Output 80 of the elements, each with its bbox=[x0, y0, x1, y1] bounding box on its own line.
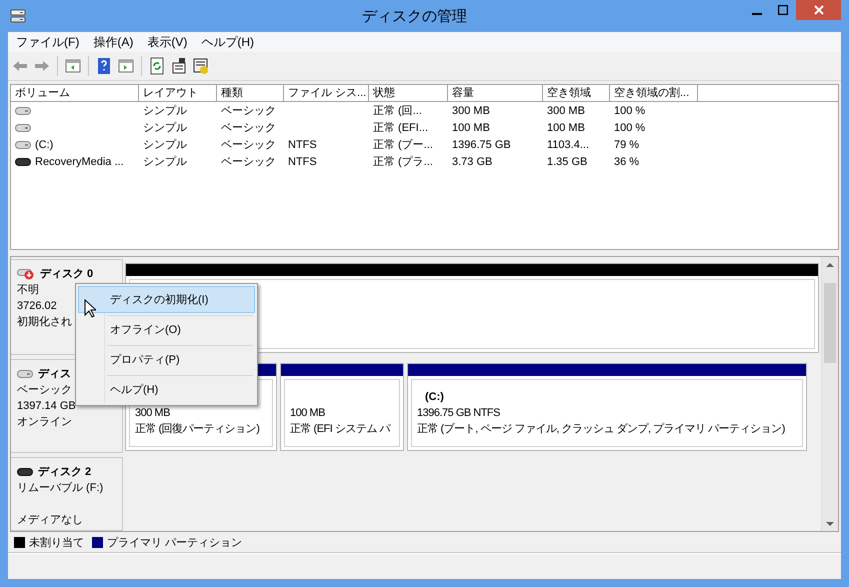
disk-size: 1397.14 GB bbox=[17, 399, 76, 414]
table-cell: 36 % bbox=[614, 156, 640, 168]
menu-item[interactable]: ディスクの初期化(I) bbox=[78, 286, 255, 313]
help-icon[interactable] bbox=[95, 57, 113, 75]
table-cell-text: シンプル bbox=[143, 154, 187, 169]
table-cell-text: 正常 (EFI... bbox=[373, 121, 428, 135]
table-cell: 1396.75 GB bbox=[452, 138, 511, 150]
table-cell: NTFS bbox=[288, 138, 317, 150]
minimize-icon bbox=[752, 12, 762, 14]
drive-icon bbox=[15, 140, 31, 148]
partition-text: 正常 (ブート, ページ ファイル, クラッシュ ダンプ, プライマリ パーティション) bbox=[417, 422, 785, 437]
removable-drive-icon bbox=[15, 158, 31, 166]
table-cell: 300 MB bbox=[547, 104, 585, 116]
table-cell-text: ベーシック bbox=[221, 155, 276, 169]
table-cell: 100 % bbox=[614, 104, 646, 116]
table-cell: 3.73 GB bbox=[452, 156, 492, 168]
partition[interactable]: (C:) 1396.75 GB NTFS 正常 (ブート, ページ ファイル, クラッシュ ダンプ, プライマリ パーティション) bbox=[407, 363, 807, 451]
table-cell-text: ベーシック bbox=[221, 138, 276, 152]
drive-icon bbox=[15, 106, 31, 114]
disk-size: 3726.02 bbox=[17, 299, 57, 314]
disk-info-panel[interactable]: ディスク 2 リムーバブル (F:) メディアなし bbox=[11, 457, 123, 531]
legend-label: 未割り当て bbox=[29, 536, 84, 550]
table-cell-text: ベーシック bbox=[221, 104, 276, 118]
partition-text: 正常 (EFI システム パ bbox=[290, 422, 390, 437]
table-cell: RecoveryMedia ... bbox=[35, 156, 124, 168]
table-cell: 100 % bbox=[614, 122, 646, 134]
properties-icon[interactable] bbox=[170, 57, 188, 75]
table-cell: 79 % bbox=[614, 138, 640, 150]
scroll-down-icon[interactable] bbox=[826, 522, 834, 526]
scrollbar[interactable] bbox=[821, 257, 838, 531]
table-cell-text: 正常 (回... bbox=[373, 104, 422, 118]
table-cell-text: シンプル bbox=[143, 138, 187, 152]
table-cell-text: ベーシック bbox=[221, 121, 276, 135]
scroll-thumb[interactable] bbox=[824, 283, 836, 363]
disk-management-icon bbox=[10, 8, 26, 24]
disk-name: ディスク 0 bbox=[40, 267, 94, 282]
settings-icon[interactable] bbox=[192, 57, 210, 75]
maximize-icon bbox=[778, 5, 788, 15]
partition-text: 300 MB bbox=[135, 406, 170, 421]
disk-name: ディス bbox=[38, 367, 71, 382]
table-cell-text: 正常 (ブー... bbox=[373, 138, 433, 152]
table-cell: 1.35 GB bbox=[547, 156, 588, 168]
disk-type: ベーシック bbox=[17, 383, 72, 398]
table-cell: 100 MB bbox=[547, 122, 585, 134]
panel-icon[interactable] bbox=[117, 57, 135, 75]
menu-item[interactable]: ファイル(F) bbox=[10, 32, 86, 52]
scroll-up-icon[interactable] bbox=[826, 262, 834, 266]
menu-item[interactable]: 表示(V) bbox=[141, 32, 194, 52]
table-cell-text: 正常 (プラ... bbox=[373, 154, 433, 169]
table-cell: 100 MB bbox=[452, 122, 490, 134]
table-cell-text: シンプル bbox=[143, 104, 187, 118]
table-cell: (C:) bbox=[35, 138, 54, 150]
table-cell-text: シンプル bbox=[143, 120, 187, 135]
legend-label: プライマリ パーティション bbox=[107, 536, 242, 550]
close-icon bbox=[814, 5, 824, 15]
drive-icon bbox=[17, 370, 33, 378]
disk-status: オンライン bbox=[17, 415, 72, 430]
table-cell: NTFS bbox=[288, 156, 317, 168]
disk-type: リムーバブル (F:) bbox=[17, 480, 104, 496]
table-cell: 1103.4... bbox=[547, 138, 589, 150]
panel-icon[interactable] bbox=[64, 57, 82, 75]
disk-name: ディスク 2 bbox=[38, 465, 92, 480]
menu-item[interactable]: 操作(A) bbox=[87, 32, 140, 52]
close-button[interactable] bbox=[796, 0, 841, 20]
partition-label: (C:) bbox=[425, 390, 444, 405]
partition-text: 1396.75 GB NTFS bbox=[417, 406, 500, 421]
table-cell: 300 MB bbox=[452, 104, 490, 116]
partition[interactable]: 100 MB 正常 (EFI システム パ bbox=[280, 363, 404, 451]
drive-warning-icon bbox=[17, 268, 35, 280]
menu-item[interactable]: ヘルプ(H) bbox=[195, 32, 260, 52]
partition-text: 100 MB bbox=[290, 406, 325, 421]
partition-text: 正常 (回復パーティション) bbox=[135, 422, 260, 437]
disk-type: 不明 bbox=[17, 283, 39, 298]
window-title: ディスクの管理 bbox=[362, 6, 467, 26]
drive-icon bbox=[15, 124, 31, 132]
refresh-icon[interactable] bbox=[148, 57, 166, 75]
removable-drive-icon bbox=[17, 468, 33, 476]
disk-status: 初期化され bbox=[17, 314, 72, 330]
disk-status: メディアなし bbox=[17, 513, 83, 528]
cursor-icon bbox=[84, 299, 96, 318]
